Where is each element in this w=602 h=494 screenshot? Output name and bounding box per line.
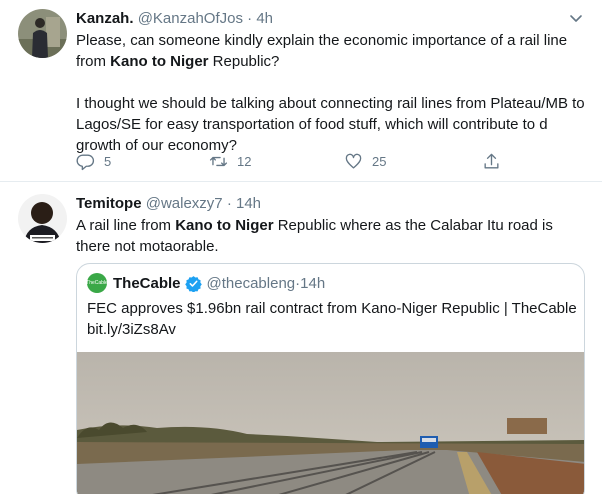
tweet-actions: 5 12 25 <box>76 152 506 174</box>
retweet-icon <box>209 156 228 167</box>
like-button[interactable]: 25 <box>344 152 386 171</box>
like-count: 25 <box>372 154 387 169</box>
text-segment: A rail line from <box>76 217 176 234</box>
avatar-kanzah-image <box>18 9 67 58</box>
bold-text-segment: Kano to Niger <box>175 217 274 234</box>
tweet-header: Kanzah. @KanzahOfJos · 4h <box>76 9 273 29</box>
quoted-tweet-text: FEC approves $1.96bn rail contract from … <box>87 300 577 338</box>
separator-dot: · <box>226 195 232 212</box>
tweet-paragraph-1: Please, can someone kindly explain the e… <box>76 30 588 72</box>
separator-dot: · <box>247 10 253 27</box>
quoted-display-name[interactable]: TheCable <box>113 275 181 292</box>
thecable-logo[interactable]: TheCable <box>86 273 108 293</box>
quoted-tweet-image[interactable] <box>77 352 585 494</box>
heart-icon <box>345 153 362 169</box>
user-handle[interactable]: @walexzy7 <box>146 195 223 212</box>
timestamp[interactable]: 14h <box>236 195 261 212</box>
reply-button[interactable]: 5 <box>76 152 111 171</box>
verified-badge-icon <box>184 275 202 292</box>
tweet-text: Please, can someone kindly explain the e… <box>76 30 588 156</box>
quoted-user-handle[interactable]: @thecableng <box>207 275 296 292</box>
quoted-tweet[interactable]: TheCable TheCable @thecableng · 14h FEC … <box>76 263 585 494</box>
avatar-temitope[interactable] <box>18 194 67 243</box>
tweet-kanzah[interactable]: Kanzah. @KanzahOfJos · 4h Please, can so… <box>0 0 602 182</box>
display-name[interactable]: Temitope <box>76 195 142 212</box>
avatar-temitope-image <box>18 194 67 243</box>
retweet-count: 12 <box>237 154 252 169</box>
share-button[interactable] <box>482 152 501 171</box>
reply-count: 5 <box>104 154 112 169</box>
avatar-kanzah[interactable] <box>18 9 67 58</box>
bold-text-segment: Kano to Niger <box>110 53 209 70</box>
quoted-tweet-header: TheCable TheCable @thecableng · 14h <box>86 273 325 293</box>
tweet-header: Temitope @walexzy7 · 14h <box>76 194 261 214</box>
reply-icon <box>76 154 95 171</box>
user-handle[interactable]: @KanzahOfJos <box>138 10 243 27</box>
retweet-button[interactable]: 12 <box>209 152 251 171</box>
text-segment: Republic? <box>208 53 280 70</box>
tweet-text: A rail line from Kano to Niger Republic … <box>76 215 588 257</box>
quoted-timestamp[interactable]: 14h <box>300 275 325 292</box>
timestamp[interactable]: 4h <box>256 10 273 27</box>
tweet-temitope[interactable]: Temitope @walexzy7 · 14h A rail line fro… <box>0 183 602 494</box>
chevron-down-icon[interactable] <box>568 10 584 26</box>
logo-text: TheCable <box>86 280 108 286</box>
display-name[interactable]: Kanzah. <box>76 10 134 27</box>
share-icon <box>484 153 499 169</box>
tweet-paragraph-2: I thought we should be talking about con… <box>76 95 585 154</box>
